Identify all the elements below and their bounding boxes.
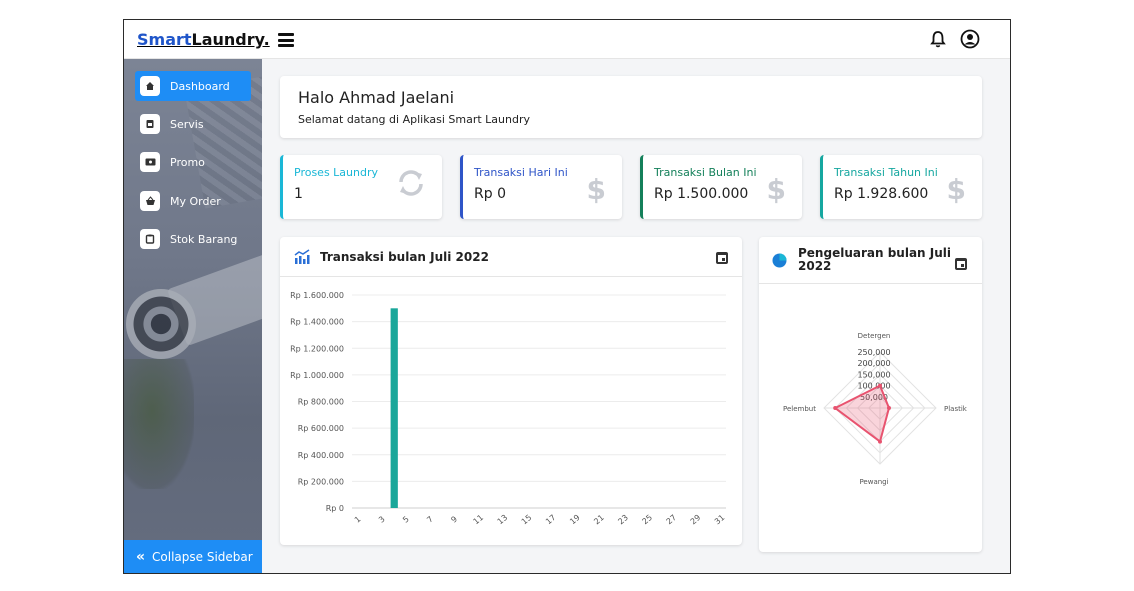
sync-icon	[396, 169, 426, 204]
radar-tick-label: 250,000	[857, 348, 890, 357]
radar-point[interactable]	[878, 439, 882, 444]
ticket-icon	[140, 152, 160, 172]
home-icon	[140, 76, 160, 96]
pie-chart-icon	[772, 253, 787, 272]
x-tick-label: 19	[568, 513, 582, 526]
topbar: SmartLaundry.	[124, 20, 1010, 59]
x-tick-label: 9	[449, 515, 459, 525]
radar-tick-label: 200,000	[857, 359, 890, 368]
double-chevron-left-icon: «	[136, 548, 146, 565]
panel-title-line1: Pengeluaran bulan Juli	[798, 246, 951, 260]
x-tick-label: 31	[713, 513, 727, 526]
stat-card-transaksi-bulan-ini: Transaksi Bulan Ini Rp 1.500.000 $	[640, 155, 802, 219]
x-tick-label: 23	[616, 513, 630, 526]
x-tick-label: 5	[401, 515, 411, 525]
welcome-card: Halo Ahmad Jaelani Selamat datang di Apl…	[280, 76, 982, 138]
radar-axis-label: Plastik	[944, 405, 968, 413]
sidebar-item-servis[interactable]: Servis	[135, 109, 251, 139]
calendar-icon[interactable]	[716, 252, 728, 264]
stat-card-transaksi-tahun-ini: Transaksi Tahun Ini Rp 1.928.600 $	[820, 155, 982, 219]
collapse-sidebar-label: Collapse Sidebar	[152, 549, 253, 564]
main-content: Halo Ahmad Jaelani Selamat datang di Apl…	[262, 59, 1010, 573]
x-tick-label: 27	[665, 513, 679, 526]
stat-label: Transaksi Tahun Ini	[834, 166, 938, 179]
dollar-icon: $	[766, 173, 786, 206]
sidebar-item-label: Promo	[170, 155, 205, 169]
stat-value: Rp 1.500.000	[654, 186, 749, 202]
panel-title: Transaksi bulan Juli 2022	[320, 250, 489, 264]
brand-logo[interactable]: SmartLaundry.	[137, 30, 270, 49]
y-tick-label: Rp 0	[326, 504, 344, 513]
y-tick-label: Rp 400.000	[298, 451, 344, 460]
y-tick-label: Rp 1.400.000	[290, 318, 344, 327]
bar[interactable]	[390, 308, 398, 508]
radar-tick-label: 150,000	[857, 370, 890, 379]
panel-header: Transaksi bulan Juli 2022	[280, 237, 742, 277]
hamburger-menu-icon[interactable]	[278, 33, 294, 47]
stat-label: Transaksi Hari Ini	[474, 166, 568, 179]
servis-icon	[140, 114, 160, 134]
x-tick-label: 25	[640, 513, 654, 526]
x-tick-label: 17	[544, 513, 558, 526]
user-circle-icon[interactable]	[960, 29, 980, 53]
panel-header: Pengeluaran bulan Juli 2022	[759, 237, 982, 284]
sidebar-item-label: Stok Barang	[170, 232, 238, 246]
sidebar-item-dashboard[interactable]: Dashboard	[135, 71, 251, 101]
bar-chart: Rp 0 Rp 200.000 Rp 400.000 Rp 600.000 Rp 800…	[290, 291, 727, 526]
x-tick-label: 7	[425, 515, 435, 525]
bar-chart-panel: Transaksi bulan Juli 2022 Rp 0 Rp 200.000…	[280, 237, 742, 545]
panel-title-line2: 2022	[798, 259, 832, 273]
x-tick-label: 15	[520, 513, 534, 526]
stat-label: Transaksi Bulan Ini	[654, 166, 757, 179]
sidebar-item-promo[interactable]: Promo	[135, 147, 251, 177]
stat-card-proses-laundry: Proses Laundry 1	[280, 155, 442, 219]
stat-value: Rp 1.928.600	[834, 186, 929, 202]
brand-part1: Smart	[137, 30, 192, 49]
y-tick-label: Rp 200.000	[298, 477, 344, 486]
sidebar-item-label: My Order	[170, 194, 221, 208]
radar-axis-label: Pelembut	[783, 405, 816, 413]
brand-part2: Laundry.	[191, 30, 270, 49]
x-tick-label: 3	[377, 515, 387, 525]
sidebar-item-label: Servis	[170, 117, 204, 131]
basket-icon	[140, 191, 160, 211]
x-tick-label: 29	[689, 513, 703, 526]
radar-chart-panel: Pengeluaran bulan Juli 2022 50,000100,00…	[759, 237, 982, 552]
radar-axis-label: Pewangi	[859, 478, 888, 486]
x-tick-label: 1	[353, 515, 363, 525]
calendar-icon[interactable]	[955, 258, 967, 270]
radar-series	[833, 384, 891, 444]
radar-chart: 50,000100,000150,000200,000250,000Deterg…	[783, 332, 968, 486]
welcome-title: Halo Ahmad Jaelani	[298, 88, 455, 107]
stat-value: Rp 0	[474, 186, 506, 202]
dollar-icon: $	[586, 173, 606, 206]
panel-title: Pengeluaran bulan Juli 2022	[798, 247, 951, 273]
x-tick-label: 11	[472, 513, 486, 526]
bell-icon[interactable]	[930, 30, 946, 52]
x-tick-label: 21	[592, 513, 606, 526]
x-tick-label: 13	[496, 513, 510, 526]
stat-value: 1	[294, 186, 303, 202]
radar-point[interactable]	[833, 406, 838, 410]
stat-card-transaksi-hari-ini: Transaksi Hari Ini Rp 0 $	[460, 155, 622, 219]
welcome-subtitle: Selamat datang di Aplikasi Smart Laundry	[298, 113, 530, 126]
y-tick-label: Rp 1.200.000	[290, 344, 344, 353]
sidebar-item-my-order[interactable]: My Order	[135, 186, 251, 216]
sidebar: Dashboard Servis Promo My Order Stok Bar…	[124, 59, 262, 573]
radar-point[interactable]	[878, 383, 882, 388]
radar-axis-label: Detergen	[858, 332, 891, 340]
sidebar-item-stok-barang[interactable]: Stok Barang	[135, 224, 251, 254]
y-tick-label: Rp 800.000	[298, 398, 344, 407]
box-icon	[140, 229, 160, 249]
y-tick-label: Rp 600.000	[298, 424, 344, 433]
y-tick-label: Rp 1.600.000	[290, 291, 344, 300]
dollar-icon: $	[946, 173, 966, 206]
app-window: SmartLaundry. Dashboard Servis Promo My …	[123, 19, 1011, 574]
stat-label: Proses Laundry	[294, 166, 379, 179]
collapse-sidebar-button[interactable]: « Collapse Sidebar	[124, 540, 262, 573]
sidebar-item-label: Dashboard	[170, 79, 230, 93]
chart-bar-icon	[294, 249, 311, 268]
y-tick-label: Rp 1.000.000	[290, 371, 344, 380]
radar-point[interactable]	[886, 406, 891, 410]
